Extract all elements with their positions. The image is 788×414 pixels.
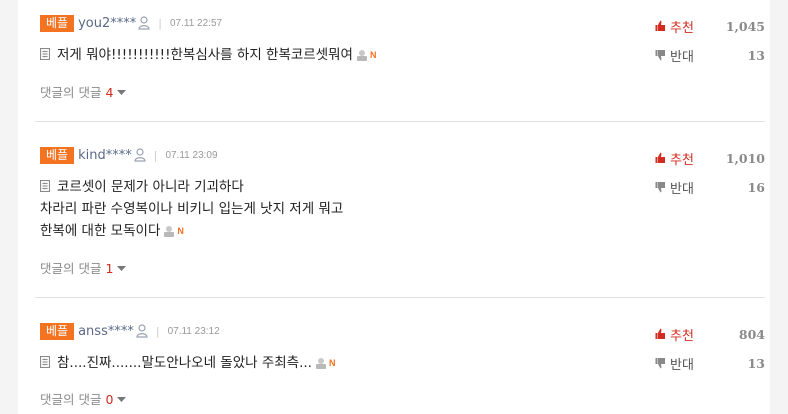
- comment-body: 참....진짜.......말도안나오네 돌았나 주최측... N: [40, 352, 335, 374]
- reply-label: 댓글의 댓글: [40, 392, 102, 407]
- separator: |: [153, 148, 158, 162]
- thumbs-up-icon: [655, 152, 665, 163]
- comment-time: 07.11 23:09: [165, 149, 218, 161]
- reply-count: 4: [105, 85, 114, 100]
- oppose-button[interactable]: 반대 16: [655, 177, 765, 197]
- comment-text: 저게 뭐야!!!!!!!!!!!한복심사를 하지 한복코르셋뭐여: [57, 47, 353, 63]
- best-badge: 베플: [40, 322, 75, 340]
- comment-header: 베플 anss**** | 07.11 23:12: [40, 322, 220, 340]
- user-icon: [136, 324, 148, 338]
- thumbs-down-icon: [655, 182, 665, 193]
- report-icon[interactable]: [315, 357, 327, 369]
- document-icon: [40, 180, 50, 192]
- oppose-label: 반대: [670, 181, 694, 197]
- comment-line: 저게 뭐야!!!!!!!!!!!한복심사를 하지 한복코르셋뭐여 N: [40, 44, 376, 66]
- comment-author[interactable]: anss****: [78, 324, 134, 339]
- thumbs-up-icon: [655, 20, 665, 31]
- comment-line: 코르셋이 문제가 아니라 기괴하다: [40, 176, 343, 198]
- recommend-count: 1,010: [725, 150, 765, 166]
- thumbs-down-icon: [655, 50, 665, 61]
- recommend-label: 추천: [670, 152, 694, 168]
- best-badge: 베플: [40, 14, 75, 32]
- comment-time: 07.11 22:57: [169, 17, 223, 29]
- oppose-label: 반대: [670, 49, 694, 65]
- new-icon: N: [177, 226, 184, 236]
- comment-text: 한복에 대한 모독이다: [40, 223, 161, 239]
- caret-down-icon: [117, 397, 127, 402]
- left-gutter: [0, 0, 18, 414]
- user-icon: [138, 16, 150, 30]
- comment-line: 한복에 대한 모독이다 N: [40, 220, 343, 242]
- right-gutter: [770, 0, 788, 414]
- report-icon[interactable]: [163, 225, 175, 237]
- comment-line: 참....진짜.......말도안나오네 돌았나 주최측... N: [40, 352, 335, 374]
- oppose-button[interactable]: 반대 13: [655, 45, 765, 65]
- comment-divider: [35, 297, 765, 298]
- reply-toggle[interactable]: 댓글의 댓글 1: [40, 258, 127, 277]
- recommend-button[interactable]: 추천 1,010: [655, 148, 765, 168]
- separator: |: [158, 16, 162, 30]
- comment-header: 베플 kind**** | 07.11 23:09: [40, 146, 218, 164]
- document-icon: [40, 356, 50, 368]
- comment-body: 저게 뭐야!!!!!!!!!!!한복심사를 하지 한복코르셋뭐여 N: [40, 44, 376, 66]
- separator: |: [155, 324, 160, 338]
- recommend-count: 1,045: [725, 18, 765, 34]
- oppose-count: 13: [747, 355, 765, 371]
- recommend-count: 804: [738, 326, 765, 342]
- comment-line: 차라리 파란 수영복이나 비키니 입는게 낫지 저게 뭐고: [40, 201, 344, 217]
- reply-label: 댓글의 댓글: [40, 85, 102, 100]
- comment-time: 07.11 23:12: [167, 325, 220, 337]
- reply-label: 댓글의 댓글: [40, 261, 102, 276]
- report-icon[interactable]: [356, 49, 368, 61]
- user-icon: [134, 148, 146, 162]
- reply-count: 0: [105, 392, 114, 407]
- comment-text: 참....진짜.......말도안나오네 돌았나 주최측...: [57, 355, 312, 371]
- comment-item: 베플 you2**** | 07.11 22:57 저게 뭐야!!!!!!!!!…: [40, 14, 765, 114]
- document-icon: [40, 48, 50, 60]
- recommend-button[interactable]: 추천 1,045: [655, 16, 765, 36]
- reply-toggle[interactable]: 댓글의 댓글 4: [40, 82, 127, 101]
- comment-author[interactable]: you2****: [78, 16, 136, 31]
- comment-text: 코르셋이 문제가 아니라 기괴하다: [57, 179, 244, 195]
- oppose-count: 16: [747, 179, 765, 195]
- caret-down-icon: [117, 266, 127, 271]
- oppose-button[interactable]: 반대 13: [655, 353, 765, 373]
- comment-divider: [35, 121, 765, 122]
- best-badge: 베플: [40, 146, 75, 164]
- recommend-label: 추천: [670, 20, 694, 36]
- reply-count: 1: [105, 261, 114, 276]
- new-icon: N: [328, 358, 336, 368]
- reply-toggle[interactable]: 댓글의 댓글 0: [40, 389, 127, 408]
- comment-header: 베플 you2**** | 07.11 22:57: [40, 14, 222, 32]
- new-icon: N: [369, 50, 377, 60]
- oppose-count: 13: [747, 47, 765, 63]
- comment-author[interactable]: kind****: [78, 148, 132, 163]
- oppose-label: 반대: [670, 357, 694, 373]
- comment-item: 베플 kind**** | 07.11 23:09 코르셋이 문제가 아니라 기…: [40, 146, 765, 286]
- comment-body: 코르셋이 문제가 아니라 기괴하다 차라리 파란 수영복이나 비키니 입는게 낫…: [40, 176, 343, 242]
- recommend-label: 추천: [670, 328, 694, 344]
- comment-item: 베플 anss**** | 07.11 23:12 참....진짜.......…: [40, 322, 765, 412]
- recommend-button[interactable]: 추천 804: [655, 324, 765, 344]
- thumbs-down-icon: [655, 358, 665, 369]
- caret-down-icon: [117, 90, 127, 95]
- thumbs-up-icon: [655, 328, 665, 339]
